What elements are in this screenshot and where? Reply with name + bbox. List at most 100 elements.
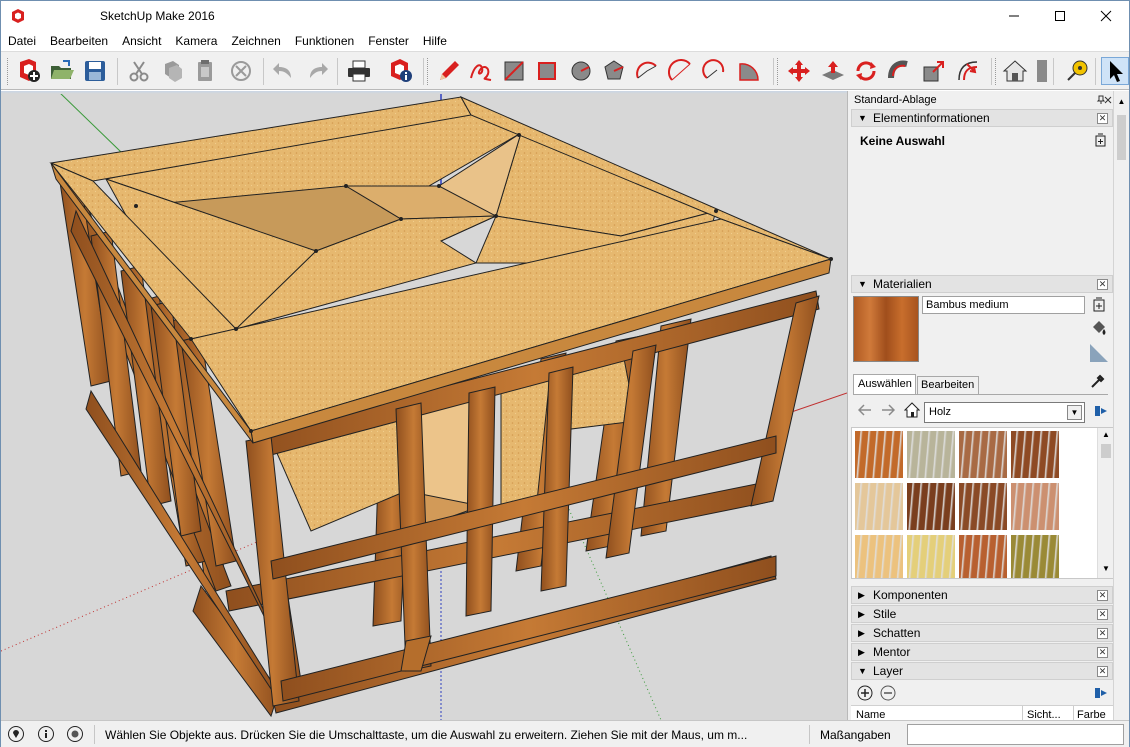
menu-datei[interactable]: Datei — [1, 31, 43, 51]
menu-ansicht[interactable]: Ansicht — [115, 31, 168, 51]
tab-bearbeiten[interactable]: Bearbeiten — [917, 376, 979, 394]
toolbar-grip[interactable] — [7, 58, 10, 85]
material-swatch[interactable] — [855, 535, 903, 578]
close-button[interactable] — [1083, 1, 1129, 31]
help-icon[interactable] — [67, 726, 83, 742]
offset-button[interactable] — [954, 57, 982, 85]
material-swatch[interactable] — [1011, 535, 1059, 578]
panel-close-icon[interactable]: ✕ — [1097, 279, 1108, 290]
pie-button[interactable] — [735, 57, 763, 85]
material-swatch[interactable] — [1011, 431, 1059, 478]
chevron-down-icon[interactable]: ▼ — [1067, 405, 1082, 420]
tape-measure-button[interactable] — [1063, 57, 1091, 85]
panel-mentor[interactable]: ▶ Mentor ✕ — [851, 643, 1113, 661]
maximize-button[interactable] — [1037, 1, 1083, 31]
scale-button[interactable] — [920, 57, 948, 85]
model-canvas[interactable] — [1, 91, 847, 720]
forward-arrow-icon[interactable] — [881, 404, 895, 416]
details-arrow-icon[interactable] — [1094, 404, 1108, 418]
move-button[interactable] — [785, 57, 813, 85]
material-swatch[interactable] — [907, 483, 955, 530]
material-swatch[interactable] — [855, 431, 903, 478]
entity-info-header[interactable]: ▼ Elementinformationen ✕ — [851, 109, 1113, 127]
toolbar-grip[interactable] — [427, 58, 430, 85]
material-swatch[interactable] — [907, 535, 955, 578]
home-icon[interactable] — [904, 402, 920, 418]
add-layer-icon[interactable] — [857, 685, 873, 701]
material-swatch[interactable] — [959, 535, 1007, 578]
print-button[interactable] — [345, 57, 373, 85]
panel-stile[interactable]: ▶ Stile ✕ — [851, 605, 1113, 623]
layer-details-icon[interactable] — [1094, 686, 1108, 700]
material-swatch[interactable] — [855, 483, 903, 530]
panel-close-icon[interactable]: ✕ — [1097, 628, 1108, 639]
scroll-up-icon[interactable]: ▲ — [1098, 430, 1114, 439]
menu-hilfe[interactable]: Hilfe — [416, 31, 454, 51]
entity-details-icon[interactable] — [1095, 133, 1106, 147]
copy-button[interactable] — [158, 57, 186, 85]
circle-button[interactable] — [567, 57, 595, 85]
materials-header[interactable]: ▼ Materialien ✕ — [851, 275, 1113, 293]
open-button[interactable] — [48, 57, 76, 85]
pencil-button[interactable] — [435, 57, 463, 85]
select-button[interactable] — [1101, 57, 1129, 85]
push-pull-button[interactable] — [819, 57, 847, 85]
new-file-button[interactable] — [15, 57, 43, 85]
create-material-icon[interactable] — [1093, 297, 1105, 312]
menu-kamera[interactable]: Kamera — [168, 31, 224, 51]
toolbar-overflow[interactable] — [1037, 60, 1047, 82]
panel-schatten[interactable]: ▶ Schatten ✕ — [851, 624, 1113, 642]
undo-button[interactable] — [270, 57, 298, 85]
save-button[interactable] — [81, 57, 109, 85]
minimize-button[interactable] — [991, 1, 1037, 31]
panel-close-icon[interactable]: ✕ — [1097, 609, 1108, 620]
three-point-arc-button[interactable] — [701, 57, 729, 85]
menu-funktionen[interactable]: Funktionen — [288, 31, 361, 51]
scrollbar-thumb[interactable] — [1117, 115, 1126, 160]
credits-icon[interactable] — [38, 726, 54, 742]
delete-layer-icon[interactable] — [880, 685, 896, 701]
arc-button[interactable] — [633, 57, 661, 85]
erase-button[interactable] — [227, 57, 255, 85]
sample-paint-icon[interactable] — [1089, 343, 1109, 363]
material-swatch[interactable] — [907, 431, 955, 478]
panel-close-icon[interactable]: ✕ — [1097, 647, 1108, 658]
panel-layer[interactable]: ▼ Layer ✕ — [851, 662, 1113, 680]
tray-close-icon[interactable] — [1104, 95, 1112, 105]
panel-close-icon[interactable]: ✕ — [1097, 590, 1108, 601]
material-swatch[interactable] — [959, 431, 1007, 478]
polygon-button[interactable] — [600, 57, 628, 85]
tab-auswaehlen[interactable]: Auswählen — [853, 374, 916, 394]
toolbar-grip[interactable] — [777, 58, 780, 85]
warehouse-button[interactable] — [1001, 57, 1029, 85]
freehand-button[interactable] — [467, 57, 495, 85]
geo-location-icon[interactable] — [8, 726, 24, 742]
tray-scrollbar[interactable]: ▲ — [1113, 91, 1129, 720]
paint-bucket-icon[interactable] — [1090, 319, 1108, 337]
material-swatch[interactable] — [959, 483, 1007, 530]
scroll-down-icon[interactable]: ▼ — [1098, 564, 1114, 573]
menu-zeichnen[interactable]: Zeichnen — [224, 31, 287, 51]
panel-close-icon[interactable]: ✕ — [1097, 666, 1108, 677]
panel-close-icon[interactable]: ✕ — [1097, 113, 1108, 124]
material-swatch[interactable] — [1011, 483, 1059, 530]
scrollbar-thumb[interactable] — [1101, 444, 1111, 458]
two-point-arc-button[interactable] — [667, 57, 695, 85]
paste-button[interactable] — [191, 57, 219, 85]
model-viewport[interactable] — [1, 91, 847, 720]
rotated-rectangle-button[interactable] — [533, 57, 561, 85]
swatch-scrollbar[interactable]: ▲ ▼ — [1097, 428, 1113, 578]
rectangle-button[interactable] — [500, 57, 528, 85]
eyedropper-icon[interactable] — [1090, 373, 1106, 389]
measurements-field[interactable] — [907, 724, 1124, 745]
toolbar-grip[interactable] — [995, 58, 998, 85]
follow-me-button[interactable] — [886, 57, 914, 85]
current-material-preview[interactable] — [853, 296, 919, 362]
material-name-field[interactable] — [922, 296, 1085, 314]
menu-bearbeiten[interactable]: Bearbeiten — [43, 31, 115, 51]
back-arrow-icon[interactable] — [858, 404, 872, 416]
redo-button[interactable] — [303, 57, 331, 85]
model-info-button[interactable] — [387, 57, 415, 85]
cut-button[interactable] — [125, 57, 153, 85]
panel-komponenten[interactable]: ▶ Komponenten ✕ — [851, 586, 1113, 604]
